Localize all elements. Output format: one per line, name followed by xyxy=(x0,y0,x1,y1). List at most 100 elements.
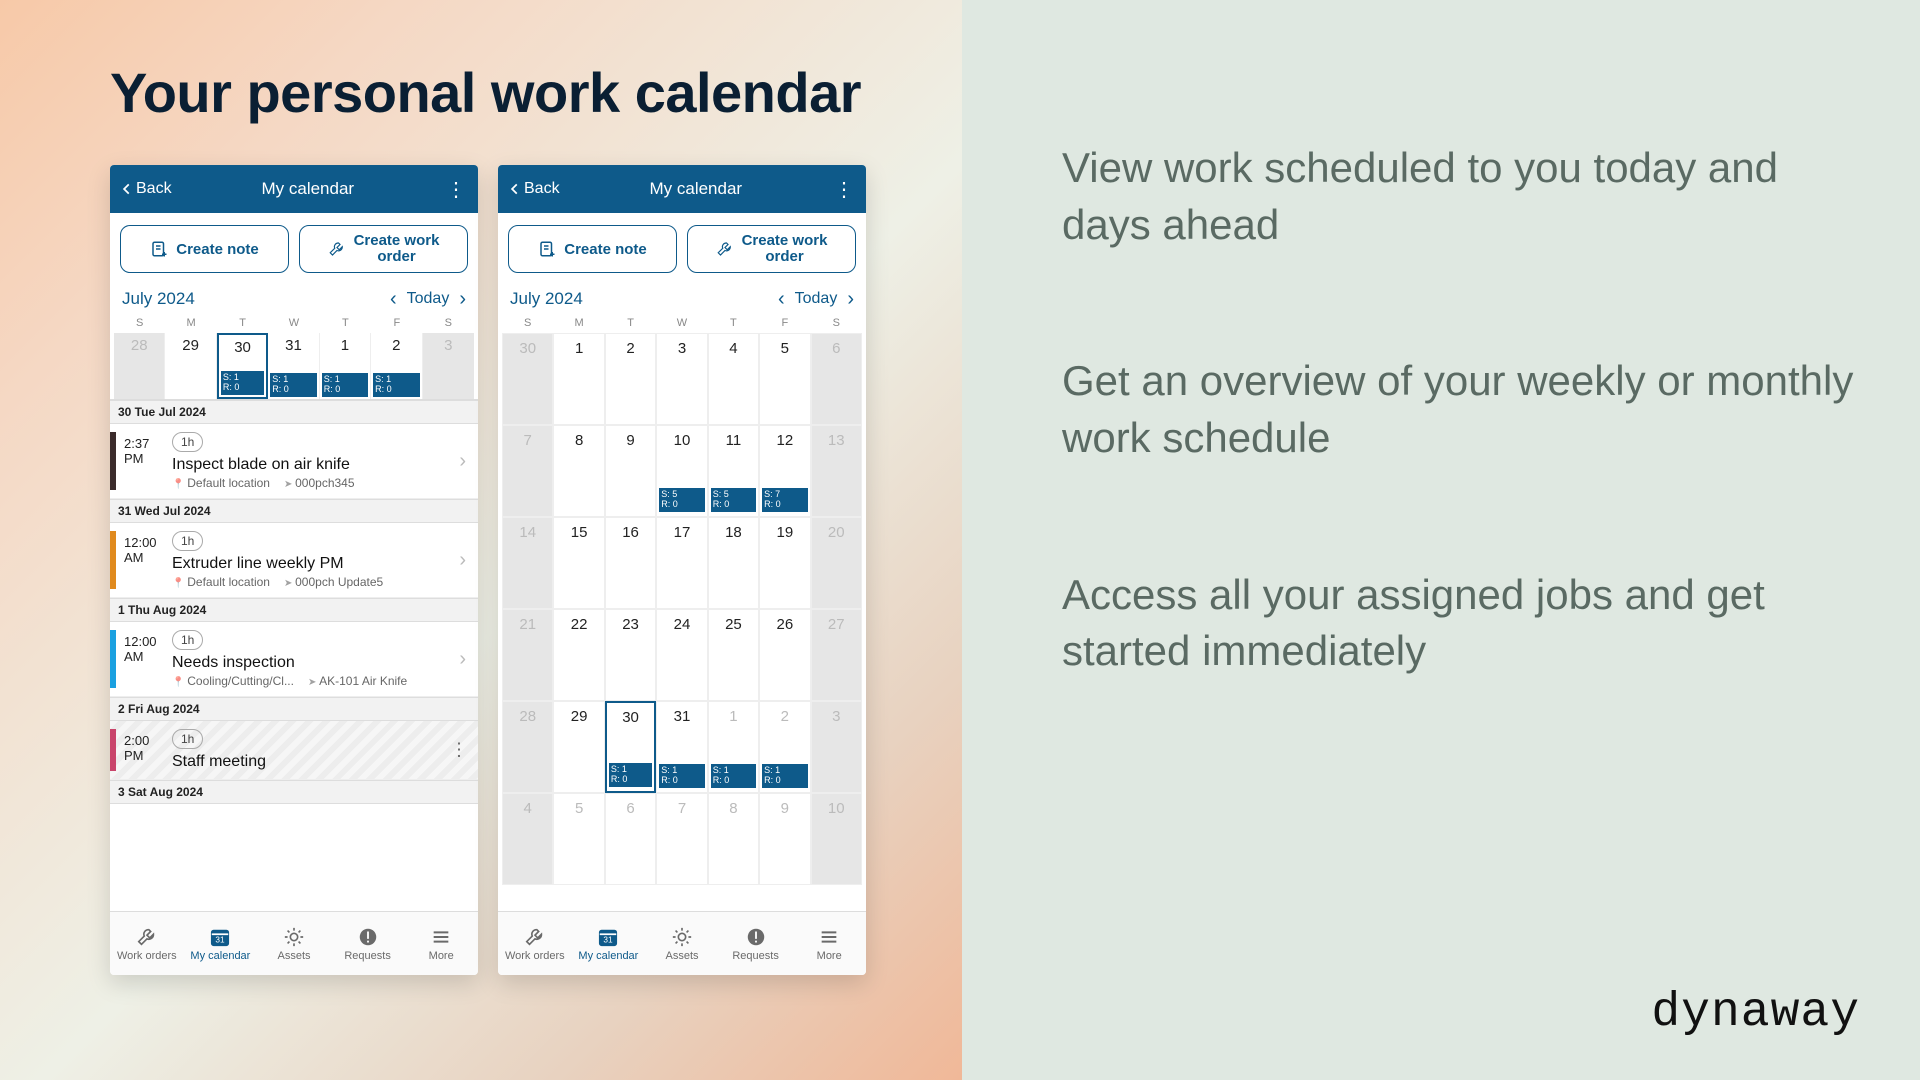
month-day-cell[interactable]: 1 xyxy=(553,333,604,425)
month-day-cell[interactable]: 9 xyxy=(759,793,810,885)
dow-label: T xyxy=(605,313,656,333)
create-note-button[interactable]: Create note xyxy=(508,225,677,273)
day-number: 1 xyxy=(554,334,603,357)
kebab-menu[interactable]: ⋮ xyxy=(832,177,856,202)
tab-label: Work orders xyxy=(505,950,565,962)
back-button[interactable]: Back xyxy=(508,180,560,198)
note-plus-icon xyxy=(150,240,168,258)
today-button[interactable]: Today xyxy=(795,290,838,308)
month-day-cell[interactable]: 11S: 5 R: 0 xyxy=(708,425,759,517)
month-day-cell[interactable]: 5 xyxy=(759,333,810,425)
day-number: 26 xyxy=(760,610,809,633)
event-kebab[interactable]: ⋮ xyxy=(450,740,468,761)
tab-my-calendar[interactable]: 31My calendar xyxy=(572,912,646,975)
month-label[interactable]: July 2024 xyxy=(122,289,195,309)
tab-label: More xyxy=(429,950,454,962)
week-day-cell[interactable]: 1S: 1 R: 0 xyxy=(320,333,371,399)
event-card[interactable]: 12:00AM1hNeeds inspectionCooling/Cutting… xyxy=(110,622,478,697)
tab-requests[interactable]: Requests xyxy=(719,912,793,975)
day-badge: S: 1 R: 0 xyxy=(762,764,807,788)
tab-more[interactable]: More xyxy=(792,912,866,975)
month-day-cell[interactable]: 28 xyxy=(502,701,553,793)
week-day-cell[interactable]: 29 xyxy=(165,333,216,399)
create-work-order-button[interactable]: Create work order xyxy=(299,225,468,273)
event-card[interactable]: 12:00AM1hExtruder line weekly PMDefault … xyxy=(110,523,478,598)
dow-label: W xyxy=(656,313,707,333)
month-label[interactable]: July 2024 xyxy=(510,289,583,309)
month-day-cell[interactable]: 24 xyxy=(656,609,707,701)
month-day-cell[interactable]: 13 xyxy=(811,425,862,517)
note-plus-icon xyxy=(538,240,556,258)
create-note-button[interactable]: Create note xyxy=(120,225,289,273)
month-day-cell[interactable]: 17 xyxy=(656,517,707,609)
create-work-order-button[interactable]: Create work order xyxy=(687,225,856,273)
next-week-button[interactable]: › xyxy=(459,289,466,309)
month-day-cell[interactable]: 4 xyxy=(708,333,759,425)
event-card[interactable]: 2:37PM1hInspect blade on air knifeDefaul… xyxy=(110,424,478,499)
month-day-cell[interactable]: 8 xyxy=(553,425,604,517)
week-day-cell[interactable]: 30S: 1 R: 0 xyxy=(217,333,268,399)
month-day-cell[interactable]: 6 xyxy=(605,793,656,885)
prev-week-button[interactable]: ‹ xyxy=(390,289,397,309)
month-day-cell[interactable]: 7 xyxy=(656,793,707,885)
tab-my-calendar[interactable]: 31My calendar xyxy=(184,912,258,975)
month-day-cell[interactable]: 29 xyxy=(553,701,604,793)
prev-month-button[interactable]: ‹ xyxy=(778,289,785,309)
event-card[interactable]: 2:00PM1hStaff meeting⋮ xyxy=(110,721,478,780)
month-day-cell[interactable]: 19 xyxy=(759,517,810,609)
month-day-cell[interactable]: 5 xyxy=(553,793,604,885)
tab-label: Assets xyxy=(665,950,698,962)
month-day-cell[interactable]: 27 xyxy=(811,609,862,701)
tab-work-orders[interactable]: Work orders xyxy=(110,912,184,975)
month-day-cell[interactable]: 10 xyxy=(811,793,862,885)
month-day-cell[interactable]: 31S: 1 R: 0 xyxy=(656,701,707,793)
month-day-cell[interactable]: 14 xyxy=(502,517,553,609)
month-day-cell[interactable]: 7 xyxy=(502,425,553,517)
calendar-icon: 31 xyxy=(209,926,231,948)
month-day-cell[interactable]: 12S: 7 R: 0 xyxy=(759,425,810,517)
month-day-cell[interactable]: 15 xyxy=(553,517,604,609)
month-day-cell[interactable]: 6 xyxy=(811,333,862,425)
month-day-cell[interactable]: 3 xyxy=(811,701,862,793)
dow-label: T xyxy=(708,313,759,333)
week-day-cell[interactable]: 2S: 1 R: 0 xyxy=(371,333,422,399)
week-day-cell[interactable]: 31S: 1 R: 0 xyxy=(268,333,319,399)
tab-assets[interactable]: Assets xyxy=(257,912,331,975)
month-day-cell[interactable]: 2S: 1 R: 0 xyxy=(759,701,810,793)
tab-assets[interactable]: Assets xyxy=(645,912,719,975)
month-day-cell[interactable]: 30S: 1 R: 0 xyxy=(605,701,656,793)
month-day-cell[interactable]: 18 xyxy=(708,517,759,609)
month-day-cell[interactable]: 10S: 5 R: 0 xyxy=(656,425,707,517)
month-day-cell[interactable]: 25 xyxy=(708,609,759,701)
month-day-cell[interactable]: 30 xyxy=(502,333,553,425)
month-day-cell[interactable]: 20 xyxy=(811,517,862,609)
month-day-cell[interactable]: 3 xyxy=(656,333,707,425)
month-day-cell[interactable]: 22 xyxy=(553,609,604,701)
month-day-cell[interactable]: 23 xyxy=(605,609,656,701)
week-day-cell[interactable]: 3 xyxy=(423,333,474,399)
month-day-cell[interactable]: 4 xyxy=(502,793,553,885)
month-day-cell[interactable]: 8 xyxy=(708,793,759,885)
tab-requests[interactable]: Requests xyxy=(331,912,405,975)
month-day-cell[interactable]: 21 xyxy=(502,609,553,701)
kebab-menu[interactable]: ⋮ xyxy=(444,177,468,202)
tab-more[interactable]: More xyxy=(404,912,478,975)
month-day-cell[interactable]: 1S: 1 R: 0 xyxy=(708,701,759,793)
back-label: Back xyxy=(524,180,560,198)
day-number: 10 xyxy=(657,426,706,449)
dow-label: M xyxy=(165,313,216,333)
event-location: Default location xyxy=(172,575,270,589)
tab-work-orders[interactable]: Work orders xyxy=(498,912,572,975)
month-day-cell[interactable]: 9 xyxy=(605,425,656,517)
back-button[interactable]: Back xyxy=(120,180,172,198)
brand-logo: dynaway xyxy=(1651,986,1860,1040)
month-day-cell[interactable]: 16 xyxy=(605,517,656,609)
event-asset: 000pch345 xyxy=(284,476,355,490)
month-day-cell[interactable]: 2 xyxy=(605,333,656,425)
week-day-cell[interactable]: 28 xyxy=(114,333,165,399)
next-month-button[interactable]: › xyxy=(847,289,854,309)
month-day-cell[interactable]: 26 xyxy=(759,609,810,701)
day-number: 5 xyxy=(760,334,809,357)
event-title: Inspect blade on air knife xyxy=(172,456,453,474)
today-button[interactable]: Today xyxy=(407,290,450,308)
